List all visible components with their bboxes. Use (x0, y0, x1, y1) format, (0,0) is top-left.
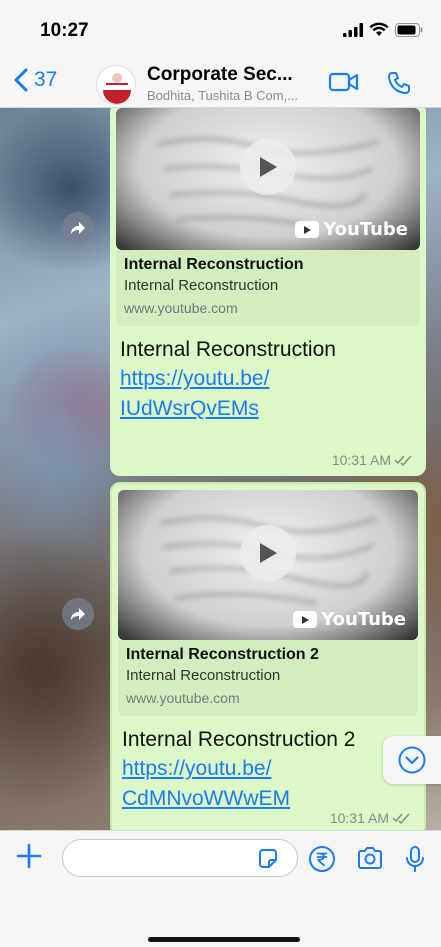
play-icon (260, 543, 277, 563)
forward-button[interactable] (62, 212, 94, 244)
link-preview-card[interactable]: Internal Reconstruction 2 Internal Recon… (118, 640, 418, 716)
youtube-play-icon (295, 221, 320, 238)
play-button[interactable] (240, 525, 296, 581)
status-icons (343, 22, 423, 37)
preview-description: Internal Reconstruction (124, 277, 279, 294)
preview-domain: www.youtube.com (124, 300, 238, 316)
chat-members[interactable]: Bodhita, Tushita B Com,... (147, 88, 317, 103)
chat-header: 37 Corporate Sec... Bodhita, Tushita B C… (0, 60, 441, 108)
plus-icon (16, 843, 42, 869)
timestamp-text: 10:31 AM (331, 452, 391, 468)
payment-button[interactable] (308, 845, 336, 878)
status-time: 10:27 (40, 20, 89, 41)
signal-icon (343, 22, 363, 37)
video-camera-icon (328, 72, 359, 92)
message-bubble[interactable]: YouTube Internal Reconstruction Internal… (110, 108, 426, 476)
youtube-play-icon (293, 611, 318, 628)
link-line-2: CdMNvoWWwEM (122, 787, 290, 810)
message-bubble[interactable]: YouTube Internal Reconstruction 2 Intern… (110, 482, 426, 830)
rupee-icon (309, 846, 335, 872)
forward-arrow-icon (71, 222, 85, 234)
double-check-icon (394, 455, 412, 466)
video-call-button[interactable] (328, 70, 360, 99)
attach-button[interactable] (14, 841, 44, 876)
camera-icon (358, 847, 382, 869)
play-button[interactable] (240, 139, 296, 195)
play-icon (260, 157, 277, 177)
message-timestamp: 10:31 AM (332, 452, 414, 468)
link-line-1: https://youtu.be/ (122, 757, 272, 780)
message-text: Internal Reconstruction (120, 338, 336, 361)
phone-icon (388, 72, 410, 94)
scroll-to-bottom-button[interactable] (383, 736, 441, 784)
chat-area[interactable]: YouTube Internal Reconstruction Internal… (0, 108, 441, 830)
home-indicator (148, 937, 300, 942)
message-input-bar (0, 830, 441, 947)
back-button[interactable]: 37 (14, 68, 57, 92)
chat-title[interactable]: Corporate Sec... (147, 64, 293, 86)
chevron-left-icon (14, 68, 28, 92)
voice-call-button[interactable] (386, 70, 412, 101)
voice-message-button[interactable] (404, 845, 426, 878)
video-thumbnail[interactable]: YouTube (116, 108, 420, 250)
youtube-wordmark: YouTube (323, 219, 408, 240)
unread-count: 37 (34, 68, 58, 91)
link-preview-card[interactable]: Internal Reconstruction Internal Reconst… (116, 250, 420, 326)
message-timestamp: 10:31 AM (330, 810, 412, 826)
status-bar: 10:27 (0, 0, 441, 60)
message-link[interactable]: https://youtu.be/ IUdWsrQvEMs (116, 364, 306, 424)
preview-title: Internal Reconstruction (124, 256, 304, 273)
preview-title: Internal Reconstruction 2 (126, 646, 319, 663)
forward-arrow-icon (71, 608, 85, 620)
timestamp-text: 10:31 AM (329, 810, 389, 826)
link-line-2: IUdWsrQvEMs (120, 397, 259, 420)
youtube-logo: YouTube (295, 219, 408, 240)
microphone-icon (406, 846, 424, 872)
double-check-icon (392, 813, 410, 824)
youtube-wordmark: YouTube (321, 609, 406, 630)
preview-description: Internal Reconstruction (126, 667, 281, 684)
message-text: Internal Reconstruction 2 (122, 728, 356, 751)
battery-icon (395, 22, 423, 37)
sticker-button[interactable] (256, 847, 280, 876)
message-link[interactable]: https://youtu.be/ CdMNvoWWwEM (118, 754, 308, 814)
preview-domain: www.youtube.com (126, 690, 240, 706)
sticker-icon (259, 849, 277, 868)
link-line-1: https://youtu.be/ (120, 367, 270, 390)
group-logo-icon (98, 67, 135, 104)
wifi-icon (369, 22, 389, 36)
camera-button[interactable] (356, 845, 384, 876)
group-avatar[interactable] (96, 65, 136, 105)
chevron-down-circle-icon (398, 746, 426, 774)
youtube-logo: YouTube (293, 609, 406, 630)
video-thumbnail[interactable]: YouTube (118, 490, 418, 640)
forward-button[interactable] (62, 598, 94, 630)
